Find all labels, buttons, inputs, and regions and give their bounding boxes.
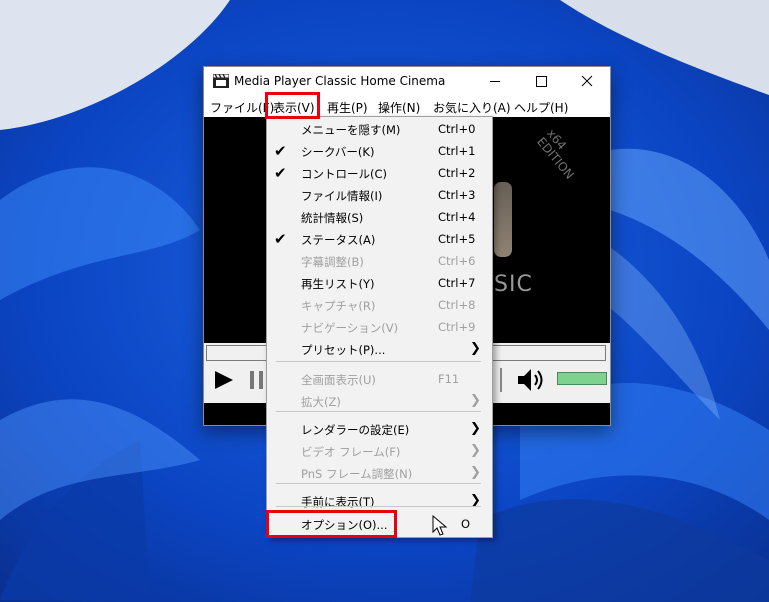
- close-button[interactable]: [564, 67, 610, 96]
- menu-item-label: シークバー(K): [301, 145, 375, 159]
- menu-separator: [276, 361, 481, 362]
- pause-icon[interactable]: [250, 371, 264, 389]
- menu-separator: [276, 483, 481, 484]
- menu-item-shortcut: Ctrl+7: [438, 276, 476, 290]
- volume-slider[interactable]: [557, 372, 607, 385]
- menu-item-1[interactable]: ✔ シークバー(K) Ctrl+1: [267, 140, 492, 162]
- menu-item-label: 統計情報(S): [301, 211, 364, 225]
- menu-play[interactable]: 再生(P): [327, 99, 368, 116]
- maximize-icon: [536, 76, 547, 87]
- submenu-arrow-icon: ❯: [470, 421, 481, 436]
- menu-item-14: ビデオ フレーム(F) ❯: [267, 440, 492, 462]
- submenu-arrow-icon: ❯: [470, 341, 481, 356]
- menu-item-11: 全画面表示(U) F11: [267, 368, 492, 390]
- menu-item-0[interactable]: メニューを隠す(M) Ctrl+0: [267, 118, 492, 140]
- menu-navigate[interactable]: 操作(N): [378, 99, 420, 116]
- menu-item-shortcut: F11: [438, 372, 460, 386]
- minimize-button[interactable]: [472, 67, 518, 96]
- menu-item-label: ナビゲーション(V): [301, 321, 399, 335]
- mpc-hc-app-icon: [213, 74, 229, 88]
- menu-item-13[interactable]: レンダラーの設定(E) ❯: [267, 418, 492, 440]
- edition-label: x64 EDITION: [534, 126, 577, 182]
- check-icon: ✔: [274, 230, 287, 248]
- menu-item-label: 手前に表示(T): [301, 495, 375, 509]
- menu-item-label: キャプチャ(R): [301, 299, 376, 313]
- minimize-icon: [490, 81, 500, 82]
- menu-item-label: レンダラーの設定(E): [301, 423, 410, 437]
- menu-item-shortcut: Ctrl+9: [438, 320, 476, 334]
- logo-text: SIC: [494, 272, 533, 297]
- menu-item-shortcut: Ctrl+0: [438, 122, 476, 136]
- menu-item-shortcut: Ctrl+2: [438, 166, 476, 180]
- submenu-arrow-icon: ❯: [470, 443, 481, 458]
- menu-item-label: ファイル情報(I): [301, 189, 383, 203]
- menu-item-shortcut: Ctrl+1: [438, 144, 476, 158]
- submenu-arrow-icon: ❯: [470, 465, 481, 480]
- options-highlight: [266, 510, 397, 538]
- menu-help[interactable]: ヘルプ(H): [514, 99, 568, 116]
- menu-item-3[interactable]: ファイル情報(I) Ctrl+3: [267, 184, 492, 206]
- view-dropdown-menu: メニューを隠す(M) Ctrl+0 ✔ シークバー(K) Ctrl+1 ✔ コントロール(C…: [266, 116, 493, 538]
- menu-item-label: 字幕調整(B): [301, 255, 364, 269]
- window-title: Media Player Classic Home Cinema: [234, 74, 446, 88]
- menu-item-15: PnS フレーム調整(N) ❯: [267, 462, 492, 484]
- menu-item-7[interactable]: 再生リスト(Y) Ctrl+7: [267, 272, 492, 294]
- menu-separator: [276, 411, 481, 412]
- mpc-logo-graphic: [494, 182, 512, 257]
- close-icon: [581, 75, 593, 87]
- check-icon: ✔: [274, 164, 287, 182]
- check-icon: ✔: [274, 142, 287, 160]
- menu-item-label: ビデオ フレーム(F): [301, 445, 401, 459]
- maximize-button[interactable]: [518, 67, 564, 96]
- menu-item-shortcut: Ctrl+6: [438, 254, 476, 268]
- menu-item-shortcut: Ctrl+5: [438, 232, 476, 246]
- menu-item-6: 字幕調整(B) Ctrl+6: [267, 250, 492, 272]
- menu-favorites[interactable]: お気に入り(A): [433, 99, 511, 116]
- menu-item-5[interactable]: ✔ ステータス(A) Ctrl+5: [267, 228, 492, 250]
- menu-item-4[interactable]: 統計情報(S) Ctrl+4: [267, 206, 492, 228]
- play-icon[interactable]: [213, 370, 235, 390]
- menu-item-10[interactable]: プリセット(P)... ❯: [267, 338, 492, 360]
- menu-item-label: ステータス(A): [301, 233, 376, 247]
- menu-item-label: 再生リスト(Y): [301, 277, 375, 291]
- menu-item-label: コントロール(C): [301, 167, 388, 181]
- submenu-arrow-icon: ❯: [470, 393, 481, 408]
- menu-item-label: 全画面表示(U): [301, 373, 376, 387]
- menu-item-shortcut: O: [461, 517, 471, 531]
- mouse-cursor-icon: [432, 515, 448, 536]
- menu-item-2[interactable]: ✔ コントロール(C) Ctrl+2: [267, 162, 492, 184]
- menu-item-label: メニューを隠す(M): [301, 123, 401, 137]
- menu-item-label: プリセット(P)...: [301, 343, 386, 357]
- menu-item-12: 拡大(Z) ❯: [267, 390, 492, 412]
- menu-item-shortcut: Ctrl+3: [438, 188, 476, 202]
- menu-item-16[interactable]: 手前に表示(T) ❯: [267, 490, 492, 512]
- menu-item-shortcut: Ctrl+4: [438, 210, 476, 224]
- menu-item-label: 拡大(Z): [301, 395, 341, 409]
- menu-item-9: ナビゲーション(V) Ctrl+9: [267, 316, 492, 338]
- menu-item-label: PnS フレーム調整(N): [301, 467, 413, 481]
- toolbar-divider: [500, 368, 502, 392]
- view-menu-highlight: [265, 92, 320, 119]
- menu-separator: [276, 506, 481, 507]
- volume-speaker-icon[interactable]: [517, 367, 547, 393]
- menu-item-shortcut: Ctrl+8: [438, 298, 476, 312]
- menu-item-8: キャプチャ(R) Ctrl+8: [267, 294, 492, 316]
